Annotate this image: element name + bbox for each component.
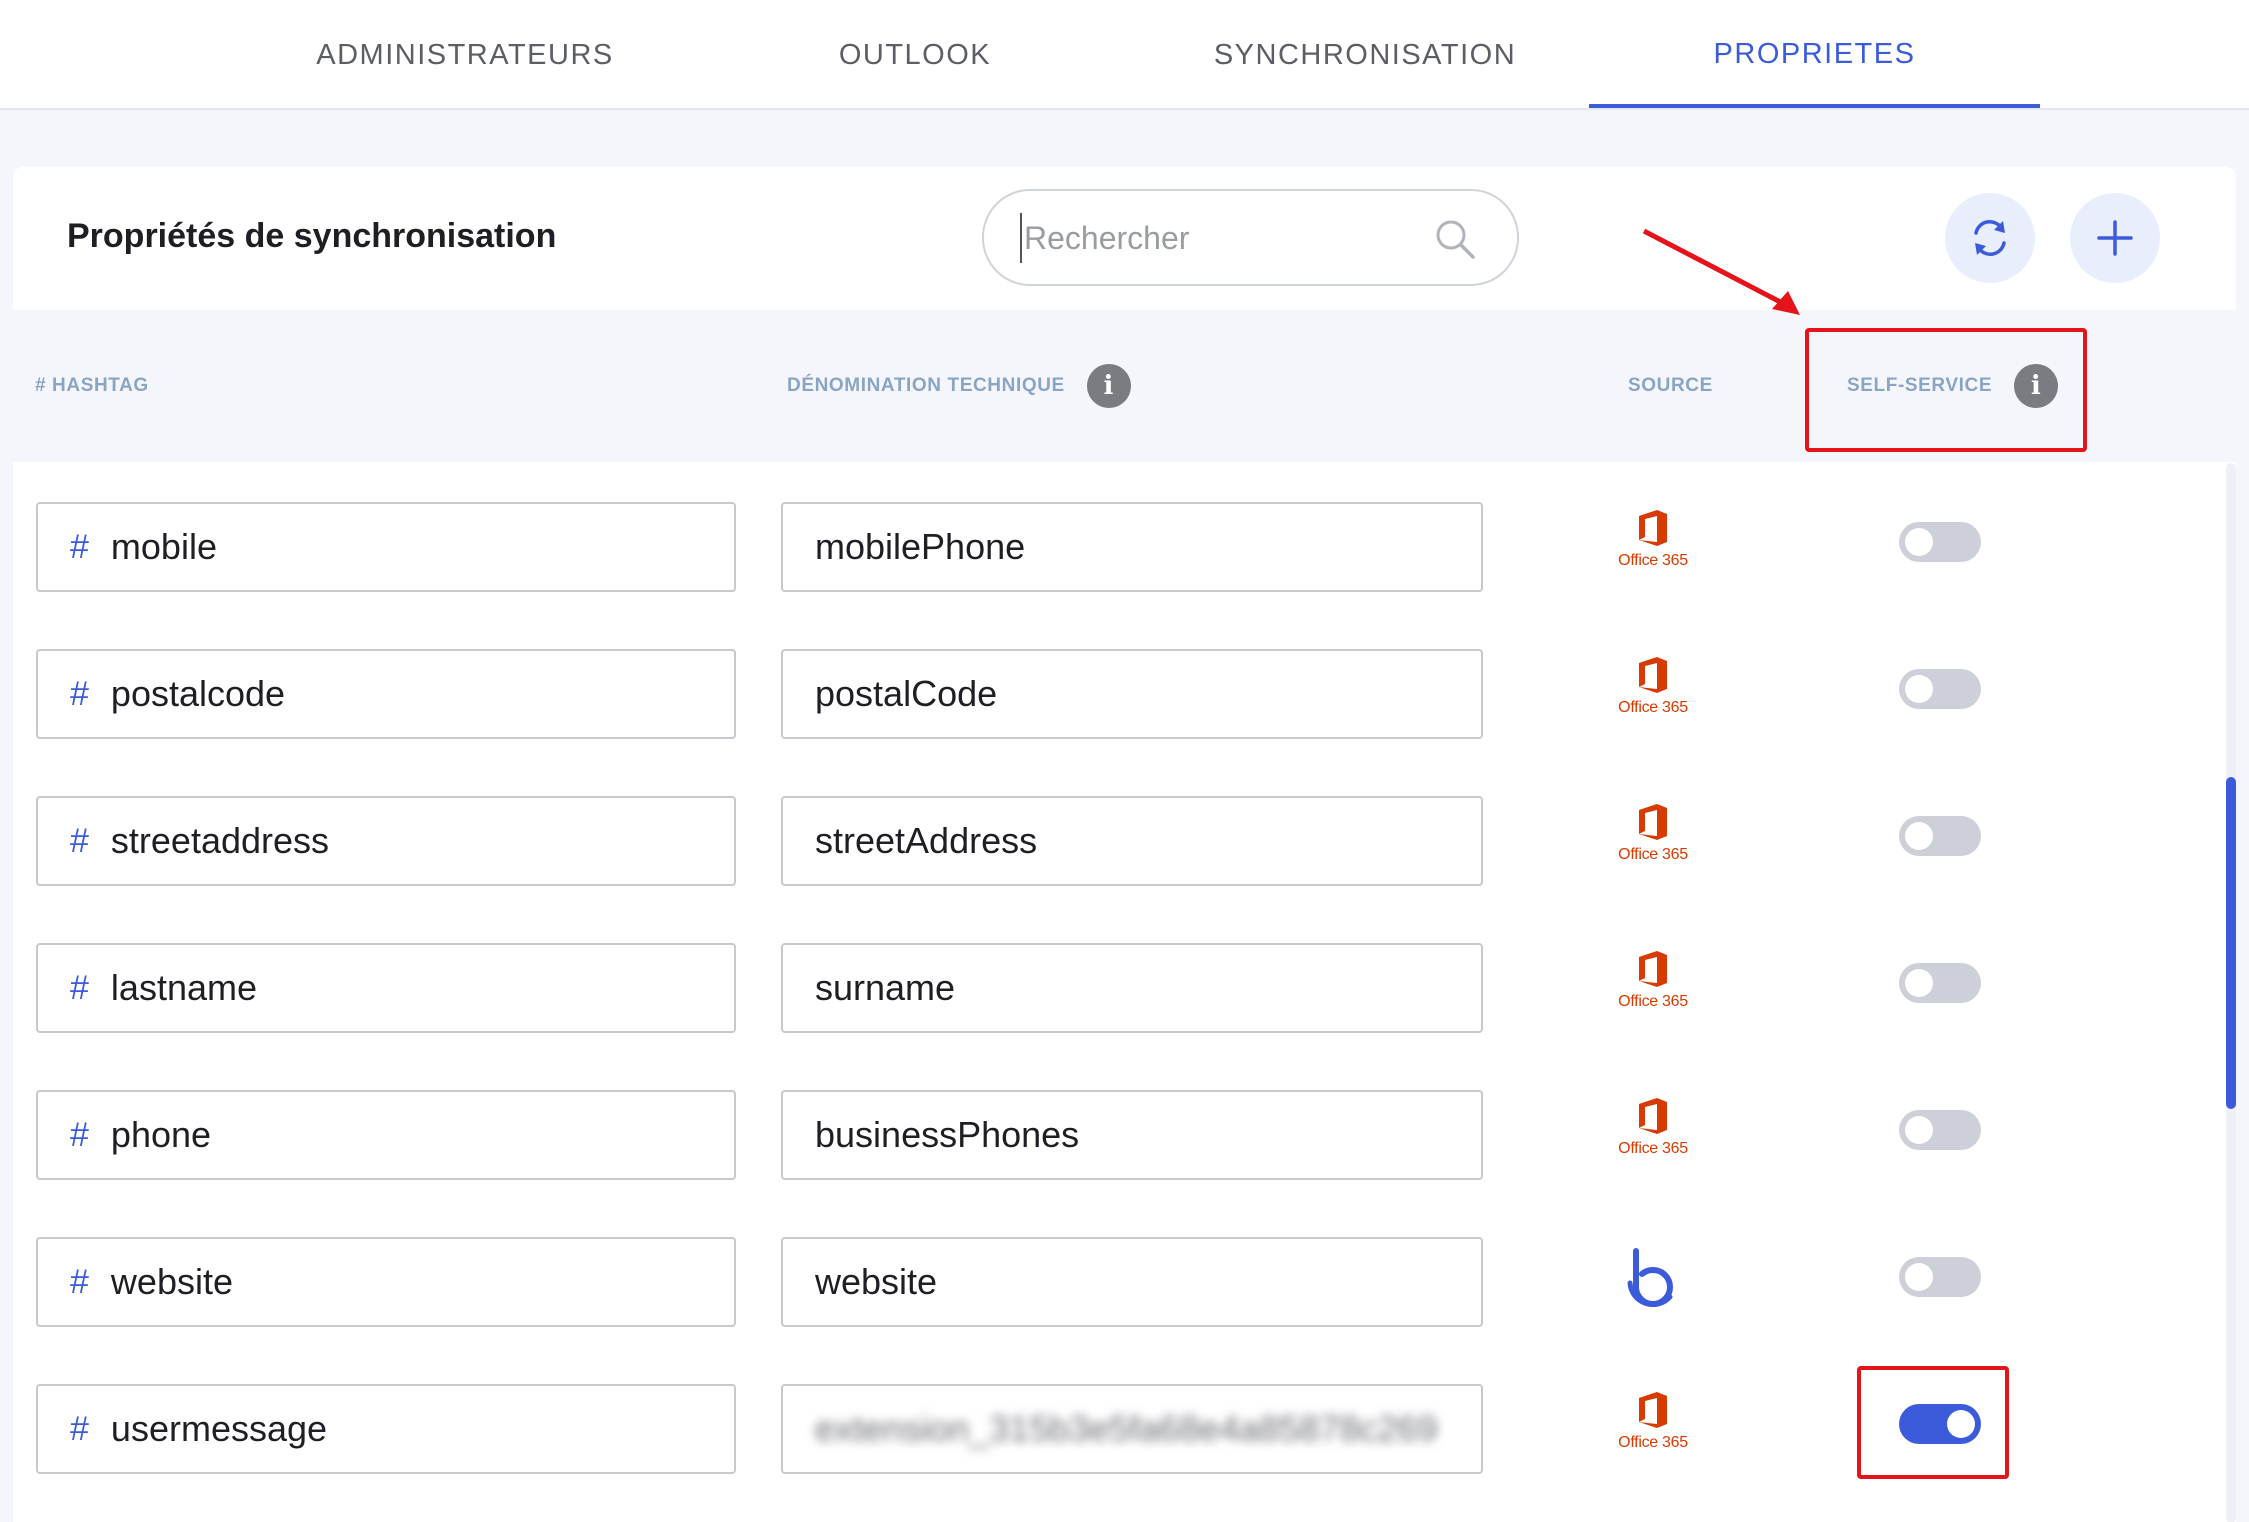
hash-icon: #	[70, 1115, 89, 1154]
source-label: Office 365	[1618, 699, 1688, 716]
source-office365: Office 365	[1603, 949, 1703, 1029]
hash-icon: #	[70, 527, 89, 566]
hash-icon: #	[70, 968, 89, 1007]
hashtag-field[interactable]: # mobile	[36, 502, 736, 592]
sync-icon	[1974, 220, 2006, 256]
column-header-technical-label: DÉNOMINATION TECHNIQUE	[787, 375, 1065, 396]
source-label: Office 365	[1618, 552, 1688, 569]
table-row: # mobile mobilePhone Office 365	[13, 502, 2236, 650]
toggle-knob	[1905, 969, 1933, 997]
table-row: # phone businessPhones Office 365	[13, 1090, 2236, 1238]
source-office365: Office 365	[1603, 802, 1703, 882]
sync-button[interactable]	[1945, 193, 2035, 283]
source-office365: Office 365	[1603, 508, 1703, 588]
tab-proprietes[interactable]: PROPRIETES	[1589, 0, 2040, 108]
table-row: # lastname surname Office 365	[13, 943, 2236, 1091]
technical-name-value: streetAddress	[815, 820, 1038, 861]
self-service-toggle[interactable]	[1899, 669, 1981, 709]
source-label: Office 365	[1618, 1140, 1688, 1157]
self-service-toggle[interactable]	[1899, 1257, 1981, 1297]
hashtag-field[interactable]: # postalcode	[36, 649, 736, 739]
tab-outlook[interactable]: OUTLOOK	[770, 0, 1060, 110]
annotation-arrow	[1642, 228, 1800, 315]
technical-name-field[interactable]: mobilePhone	[781, 502, 1483, 592]
search-input[interactable]	[1020, 213, 1420, 263]
column-header-source: SOURCE	[1628, 375, 1713, 396]
active-tab-indicator	[1589, 104, 2040, 108]
technical-name-field[interactable]: streetAddress	[781, 796, 1483, 886]
tab-administrateurs[interactable]: ADMINISTRATEURS	[250, 0, 680, 110]
technical-name-field[interactable]: postalCode	[781, 649, 1483, 739]
info-icon[interactable]: i	[1086, 364, 1131, 408]
page-title: Propriétés de synchronisation	[67, 217, 557, 255]
hash-icon: #	[70, 821, 89, 860]
hashtag-value: usermessage	[110, 1408, 328, 1449]
office365-icon	[1639, 804, 1667, 840]
toggle-knob	[1905, 822, 1933, 850]
hashtag-field[interactable]: # streetaddress	[36, 796, 736, 886]
self-service-toggle[interactable]	[1899, 963, 1981, 1003]
hashtag-value: streetaddress	[110, 820, 330, 861]
hashtag-field[interactable]: # usermessage	[36, 1384, 736, 1474]
source-label: Office 365	[1618, 993, 1688, 1010]
table-row: # postalcode postalCode Office 365	[13, 649, 2236, 797]
hashtag-value: phone	[110, 1114, 212, 1155]
toggle-knob	[1905, 1263, 1933, 1291]
hash-icon: #	[70, 1262, 89, 1301]
technical-name-field[interactable]: businessPhones	[781, 1090, 1483, 1180]
search-box[interactable]	[982, 189, 1519, 286]
self-service-header-highlight	[1805, 328, 2087, 452]
hash-icon: #	[70, 1409, 89, 1448]
self-service-toggle[interactable]	[1899, 522, 1981, 562]
self-service-toggle[interactable]	[1899, 816, 1981, 856]
search-icon[interactable]	[1433, 217, 1477, 261]
table-row: # website website	[13, 1237, 2236, 1385]
source-office365: Office 365	[1603, 1096, 1703, 1176]
toggle-highlight	[1857, 1366, 2009, 1479]
technical-name-value: postalCode	[815, 673, 998, 714]
office365-icon	[1639, 1392, 1667, 1428]
app-logo-icon	[1627, 1248, 1673, 1307]
technical-name-value: businessPhones	[815, 1114, 1080, 1155]
hashtag-value: lastname	[110, 967, 257, 1008]
hash-icon: #	[70, 674, 89, 713]
hashtag-value: mobile	[110, 526, 217, 567]
source-office365: Office 365	[1603, 1390, 1703, 1470]
scrollbar-thumb[interactable]	[2226, 777, 2236, 1109]
hashtag-field[interactable]: # website	[36, 1237, 736, 1327]
plus-icon	[2097, 220, 2133, 256]
tab-synchronisation[interactable]: SYNCHRONISATION	[1170, 0, 1560, 110]
source-app	[1603, 1247, 1703, 1327]
toggle-knob	[1905, 528, 1933, 556]
office365-icon	[1639, 510, 1667, 546]
technical-name-value: website	[815, 1261, 938, 1302]
hashtag-field[interactable]: # lastname	[36, 943, 736, 1033]
source-label: Office 365	[1618, 1434, 1688, 1451]
technical-name-field[interactable]: surname	[781, 943, 1483, 1033]
office365-icon	[1639, 657, 1667, 693]
technical-name-value: extension_315b3e5fa68e4a85878c269	[815, 1408, 1438, 1449]
technical-name-field[interactable]: extension_315b3e5fa68e4a85878c269	[781, 1384, 1483, 1474]
toggle-knob	[1905, 1116, 1933, 1144]
toggle-knob	[1905, 675, 1933, 703]
tab-bar: ADMINISTRATEURS OUTLOOK SYNCHRONISATION …	[0, 0, 2249, 110]
add-property-button[interactable]	[2070, 193, 2160, 283]
self-service-toggle[interactable]	[1899, 1110, 1981, 1150]
technical-name-value: mobilePhone	[815, 526, 1026, 567]
technical-name-value: surname	[815, 967, 956, 1008]
office365-icon	[1639, 1098, 1667, 1134]
source-office365: Office 365	[1603, 655, 1703, 735]
hashtag-field[interactable]: # phone	[36, 1090, 736, 1180]
hashtag-value: postalcode	[110, 673, 286, 714]
source-label: Office 365	[1618, 846, 1688, 863]
column-header-technical: DÉNOMINATION TECHNIQUE i	[787, 310, 1131, 462]
column-header-hashtag: # HASHTAG	[35, 375, 149, 396]
office365-icon	[1639, 951, 1667, 987]
technical-name-field[interactable]: website	[781, 1237, 1483, 1327]
table-row: # streetaddress streetAddress Office 365	[13, 796, 2236, 944]
hashtag-value: website	[110, 1261, 233, 1302]
